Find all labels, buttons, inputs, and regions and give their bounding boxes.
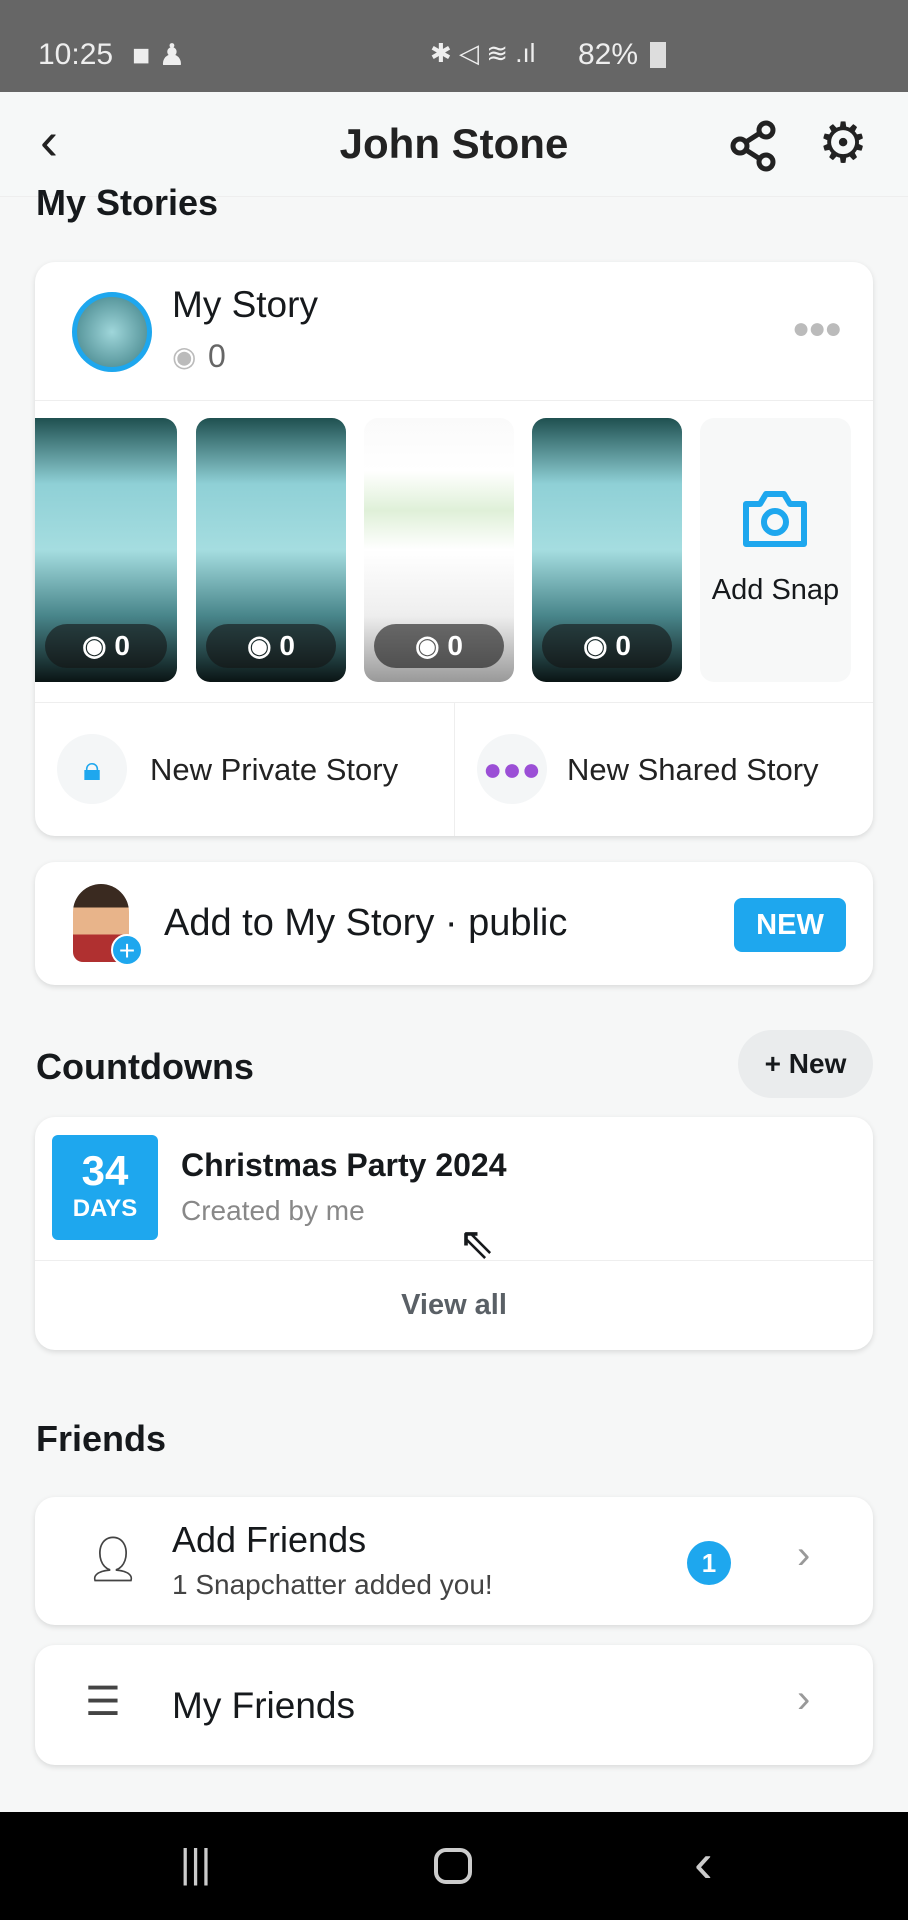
section-title-my-stories: My Stories — [36, 182, 219, 223]
story-thumbnail[interactable]: ◉ 0 — [364, 418, 514, 682]
eye-icon: ◉ — [172, 341, 197, 372]
chevron-right-icon: › — [797, 1677, 811, 1721]
thumbnail-views: ◉ 0 — [206, 624, 336, 668]
add-friends-subtitle: 1 Snapchatter added you! — [172, 1569, 493, 1600]
mouse-cursor-icon: ⇖ — [458, 1219, 495, 1268]
new-private-story-button[interactable]: 🔒︎ New Private Story — [35, 702, 454, 836]
add-friends-row[interactable]: 👤︎ Add Friends 1 Snapchatter added you! … — [35, 1497, 873, 1625]
thumbnail-views: ◉ 0 — [374, 624, 504, 668]
status-bar: 10:25 ■ ♟ ✱ ◁ ≋ .ıl 82% — [0, 0, 908, 92]
new-private-story-label: New Private Story — [150, 752, 399, 787]
video-icon: ■ ♟ — [132, 39, 186, 72]
new-countdown-button[interactable]: + New — [738, 1030, 873, 1098]
camera-icon — [743, 491, 807, 547]
divider — [35, 400, 873, 401]
my-friends-label: My Friends — [172, 1685, 355, 1726]
new-shared-story-button[interactable]: ●●● New Shared Story — [455, 702, 873, 836]
group-icon: ●●● — [477, 734, 547, 804]
settings-gear-icon[interactable]: ⚙ — [818, 110, 868, 176]
story-thumbnail[interactable]: ◉ 0 — [196, 418, 346, 682]
countdown-name[interactable]: Christmas Party 2024 — [181, 1147, 507, 1184]
share-icon[interactable] — [730, 120, 778, 172]
story-thumbnail[interactable]: ◉ 0 — [35, 418, 177, 682]
navigation-bar: ||| ‹ — [0, 1812, 908, 1920]
my-friends-row[interactable]: ☰ My Friends › — [35, 1645, 873, 1765]
home-button[interactable] — [434, 1848, 472, 1884]
add-friend-icon: 👤︎ — [85, 1535, 141, 1584]
add-friends-label: Add Friends — [172, 1519, 367, 1560]
countdown-subtitle: Created by me — [181, 1195, 365, 1226]
battery-icon — [650, 42, 666, 68]
friends-list-icon: ☰ — [85, 1680, 121, 1724]
days-badge: 34 DAYS — [52, 1135, 158, 1240]
battery-level: 82% — [578, 38, 639, 71]
add-snap-label: Add Snap — [711, 574, 840, 606]
plus-icon: + — [111, 934, 143, 966]
clock: 10:25 — [38, 38, 114, 71]
eye-icon: ◉ — [583, 630, 616, 661]
countdowns-card: 34 DAYS Christmas Party 2024 Created by … — [35, 1117, 873, 1350]
add-snap-button[interactable]: Add Snap — [700, 418, 851, 682]
view-all-button[interactable]: View all — [35, 1261, 873, 1350]
recent-apps-button[interactable]: ||| — [180, 1842, 211, 1887]
thumbnail-views: ◉ 0 — [45, 624, 167, 668]
new-shared-story-label: New Shared Story — [567, 752, 819, 787]
story-name[interactable]: My Story — [172, 284, 318, 326]
back-nav-button[interactable]: ‹ — [694, 1830, 713, 1895]
connectivity-icons: ✱ ◁ ≋ .ıl — [430, 38, 536, 68]
notification-badge: 1 — [687, 1541, 731, 1585]
lock-icon: 🔒︎ — [57, 734, 127, 804]
section-title-countdowns: Countdowns — [36, 1046, 254, 1087]
section-title-friends: Friends — [36, 1418, 167, 1459]
story-view-count: 0 — [208, 338, 226, 374]
story-thumbnail[interactable]: ◉ 0 — [532, 418, 682, 682]
add-to-public-story[interactable]: + Add to My Story · public NEW — [35, 862, 873, 985]
eye-icon: ◉ — [82, 630, 115, 661]
eye-icon: ◉ — [415, 630, 448, 661]
more-options-icon[interactable]: ●●● — [792, 312, 842, 346]
chevron-right-icon: › — [797, 1533, 811, 1577]
eye-icon: ◉ — [247, 630, 280, 661]
thumbnail-views: ◉ 0 — [542, 624, 672, 668]
story-avatar[interactable] — [72, 292, 152, 372]
new-badge: NEW — [734, 898, 846, 952]
public-story-label: Add to My Story · public — [164, 902, 568, 944]
